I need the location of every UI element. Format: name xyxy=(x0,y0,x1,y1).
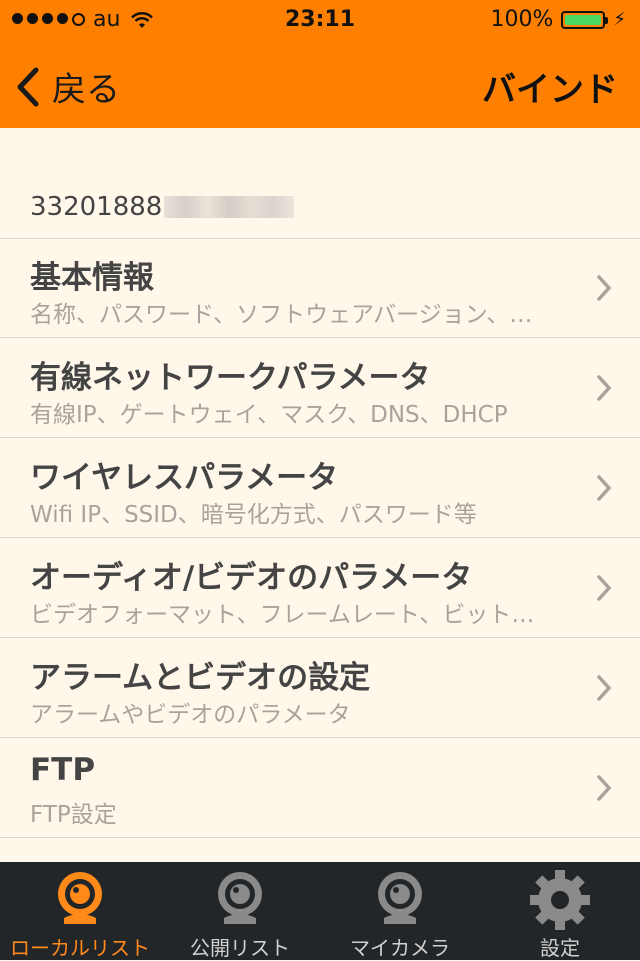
tab-settings[interactable]: 設定 xyxy=(480,862,640,960)
back-button[interactable]: 戻る xyxy=(14,62,120,111)
menu-item-title: オーディオ/ビデオのパラメータ xyxy=(30,560,473,596)
tab-my-camera[interactable]: マイカメラ xyxy=(320,862,480,960)
menu-item-title: 有線ネットワークパラメータ xyxy=(30,360,431,396)
menu-item-wired-network[interactable]: 有線ネットワークパラメータ 有線IP、ゲートウェイ、マスク、DNS、DHCP xyxy=(0,338,640,438)
redacted-blur xyxy=(164,196,295,218)
menu-item-ftp[interactable]: FTP FTP設定 xyxy=(0,738,640,838)
gear-icon xyxy=(530,870,590,930)
chevron-right-icon xyxy=(597,475,612,501)
navigation-bar: 戻る バインド xyxy=(0,40,640,128)
chevron-right-icon xyxy=(597,275,612,301)
tab-label: ローカルリスト xyxy=(10,936,150,960)
bind-button[interactable]: バインド xyxy=(482,62,618,111)
status-bar: au 23:11 100% ⚡ xyxy=(0,0,640,40)
webcam-icon xyxy=(218,872,262,924)
menu-item-title: ワイヤレスパラメータ xyxy=(30,460,339,496)
tab-label: 公開リスト xyxy=(190,936,290,960)
webcam-icon xyxy=(58,872,102,924)
menu-item-subtitle: FTP設定 xyxy=(30,802,117,828)
back-label: 戻る xyxy=(52,70,120,110)
menu-item-title: アラームとビデオの設定 xyxy=(30,660,371,696)
menu-item-basic-info[interactable]: 基本情報 名称、パスワード、ソフトウェアバージョン、… xyxy=(0,238,640,338)
menu-item-alarm-video[interactable]: アラームとビデオの設定 アラームやビデオのパラメータ xyxy=(0,638,640,738)
chevron-right-icon xyxy=(597,675,612,701)
tab-local-list[interactable]: ローカルリスト xyxy=(0,862,160,960)
device-id-text: 33201888 xyxy=(30,192,163,222)
tab-label: マイカメラ xyxy=(350,936,450,960)
menu-item-wireless[interactable]: ワイヤレスパラメータ Wifi IP、SSID、暗号化方式、パスワード等 xyxy=(0,438,640,538)
chevron-left-icon xyxy=(17,67,39,106)
battery-percent: 100% xyxy=(490,7,554,32)
device-id: 33201888 xyxy=(30,192,295,222)
menu-item-subtitle: 名称、パスワード、ソフトウェアバージョン、… xyxy=(30,302,533,328)
tab-public-list[interactable]: 公開リスト xyxy=(160,862,320,960)
menu-item-subtitle: アラームやビデオのパラメータ xyxy=(30,702,351,728)
charging-icon: ⚡ xyxy=(613,9,626,30)
chevron-right-icon xyxy=(597,775,612,801)
tab-bar: ローカルリスト 公開リスト マイカメラ 設定 xyxy=(0,862,640,960)
webcam-icon xyxy=(378,872,422,924)
chevron-right-icon xyxy=(597,575,612,601)
battery-icon xyxy=(561,10,609,29)
menu-item-title: FTP xyxy=(30,752,96,788)
menu-item-title: 基本情報 xyxy=(30,260,154,296)
menu-item-subtitle: 有線IP、ゲートウェイ、マスク、DNS、DHCP xyxy=(30,402,508,428)
chevron-right-icon xyxy=(597,375,612,401)
menu-item-subtitle: Wifi IP、SSID、暗号化方式、パスワード等 xyxy=(30,502,477,528)
status-right: 100% ⚡ xyxy=(490,7,626,32)
menu-item-subtitle: ビデオフォーマット、フレームレート、ビット… xyxy=(30,602,535,628)
settings-menu: 基本情報 名称、パスワード、ソフトウェアバージョン、… 有線ネットワークパラメー… xyxy=(0,238,640,838)
menu-item-audio-video[interactable]: オーディオ/ビデオのパラメータ ビデオフォーマット、フレームレート、ビット… xyxy=(0,538,640,638)
tab-label: 設定 xyxy=(540,936,580,960)
